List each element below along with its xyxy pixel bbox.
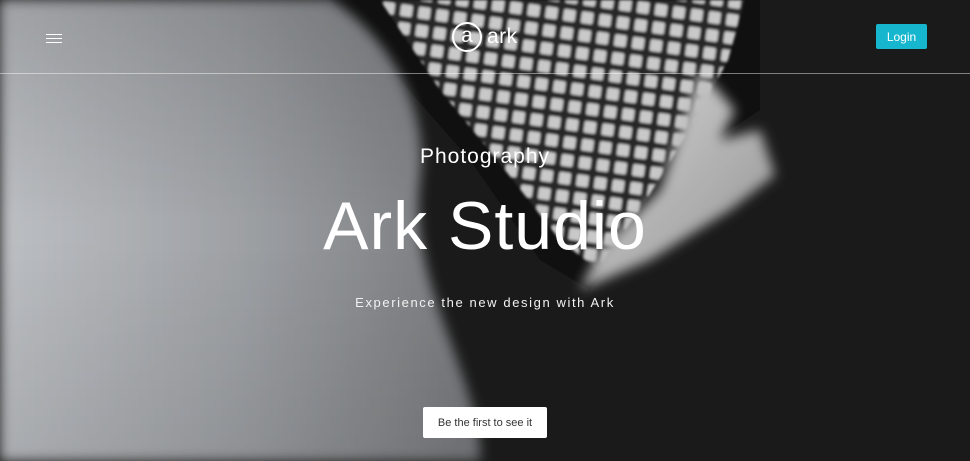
hero-tagline: Experience the new design with Ark: [355, 295, 615, 310]
hero-section: a ark Login Photography Ark Studio Exper…: [0, 0, 970, 461]
cta-button[interactable]: Be the first to see it: [423, 407, 547, 438]
logo[interactable]: a ark: [452, 20, 518, 54]
logo-mark-icon: a: [452, 22, 482, 52]
hero-title: Ark Studio: [323, 188, 647, 264]
hero-subtitle: Photography: [419, 145, 551, 168]
top-navigation-bar: a ark Login: [0, 0, 970, 74]
hamburger-menu-icon[interactable]: [46, 32, 64, 46]
logo-text: ark: [487, 25, 518, 48]
login-button[interactable]: Login: [876, 24, 927, 49]
